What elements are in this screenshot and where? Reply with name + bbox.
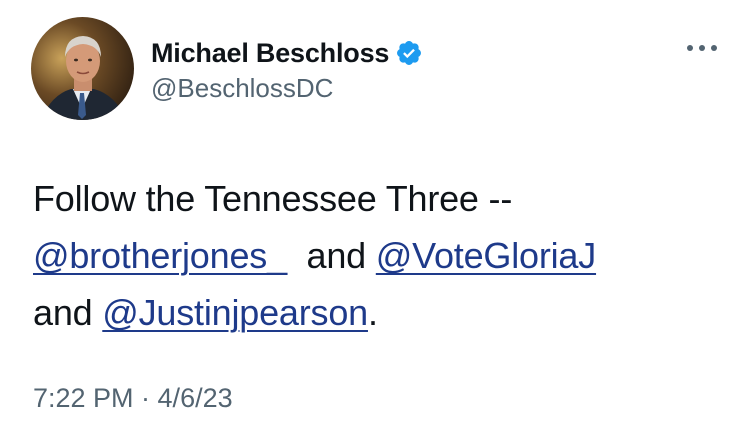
tweet-text: Follow the Tennessee Three -- @brotherjo… [33, 170, 723, 341]
tweet-text-line-3: and @Justinjpearson. [33, 284, 723, 341]
tweet-text-line-2: @brotherjones_ and @VoteGloriaJ [33, 227, 723, 284]
author-handle[interactable]: @BeschlossDC [151, 73, 333, 104]
tweet-card: Michael Beschloss @BeschlossDC Follow th… [0, 0, 750, 435]
sentence-period: . [367, 292, 378, 333]
tweet-text-line-1: Follow the Tennessee Three -- [33, 178, 513, 219]
avatar[interactable] [31, 17, 134, 120]
ellipsis-horizontal-icon [687, 45, 717, 51]
tweet-timestamp[interactable]: 7:22 PM · 4/6/23 [33, 383, 233, 414]
mention-justinjpearson[interactable]: @Justinjpearson [102, 292, 368, 333]
mention-brotherjones[interactable]: @brotherjones_ [33, 235, 287, 276]
mention-votegloriaj[interactable]: @VoteGloriaJ [376, 235, 596, 276]
conjunction-and: and [33, 292, 93, 333]
conjunction-and: and [306, 235, 367, 276]
author-name-row: Michael Beschloss [151, 33, 423, 73]
author-display-name[interactable]: Michael Beschloss [151, 38, 389, 69]
more-options-button[interactable] [684, 33, 720, 63]
verified-badge-icon [395, 39, 423, 67]
avatar-photo-icon [31, 17, 134, 120]
